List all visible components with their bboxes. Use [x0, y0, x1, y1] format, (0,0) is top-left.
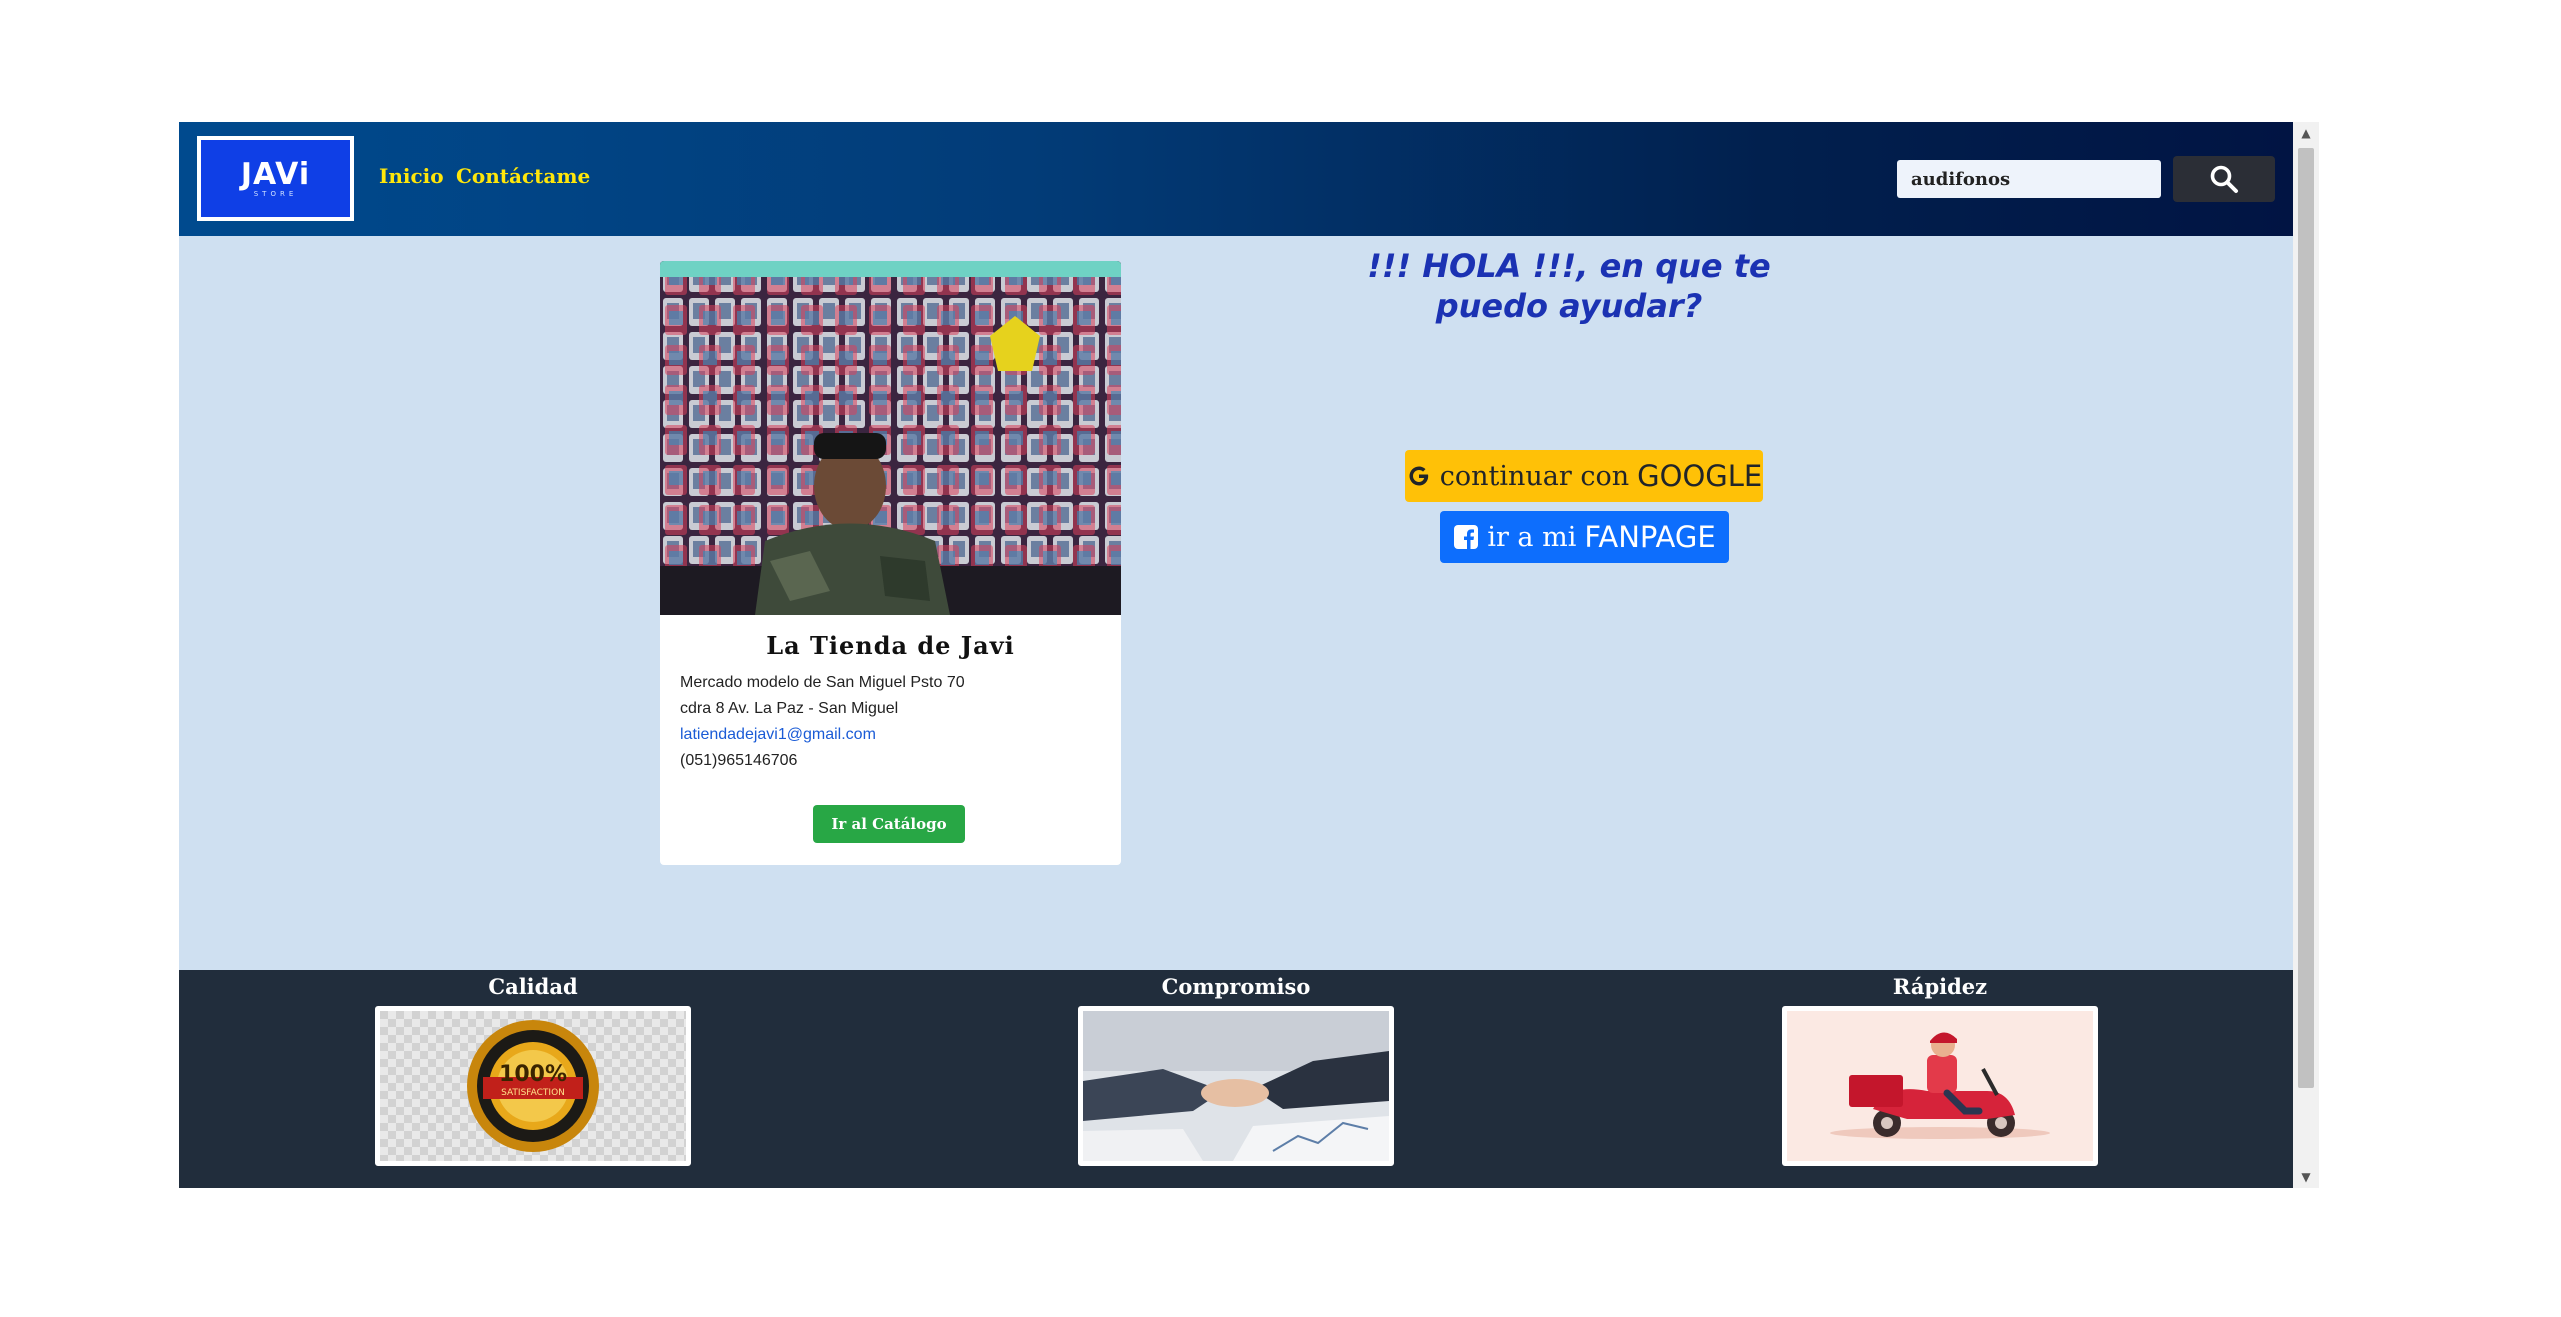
store-address-line2: cdra 8 Av. La Paz - San Miguel: [680, 700, 899, 717]
store-logo[interactable]: JAVi STORE: [197, 136, 354, 221]
store-card: La Tienda de Javi Mercado modelo de San …: [660, 261, 1121, 865]
seal-percent-text: 100%: [499, 1062, 567, 1087]
search-button[interactable]: [2173, 156, 2275, 202]
google-icon: [1409, 466, 1428, 486]
handshake-image: [1078, 1006, 1394, 1166]
feature-compromiso: Compromiso: [1078, 970, 1394, 1166]
seal-sub-text: SATISFACTION: [501, 1088, 565, 1098]
browser-viewport: JAVi STORE Inicio Contáctame audifonos L…: [179, 122, 2319, 1188]
scroll-down-arrow-icon[interactable]: ▼: [2293, 1166, 2319, 1188]
feature-rapidez: Rápidez: [1782, 970, 2098, 1166]
scooter-illustration: [1787, 1011, 2093, 1161]
store-address-line1: Mercado modelo de San Miguel Psto 70: [680, 674, 965, 691]
store-phone: (051)965146706: [680, 752, 798, 769]
quality-badge-image: 100% SATISFACTION: [375, 1006, 691, 1166]
logo-text: JAVi: [240, 156, 311, 192]
nav-link-inicio[interactable]: Inicio: [379, 164, 444, 188]
fanpage-button-label: FANPAGE: [1584, 520, 1716, 554]
scroll-thumb[interactable]: [2298, 148, 2314, 1088]
search-input[interactable]: [1897, 160, 2161, 198]
catalog-button[interactable]: Ir al Catálogo: [813, 805, 965, 843]
google-button-prefix: continuar con: [1439, 460, 1630, 492]
google-button-label: GOOGLE: [1637, 459, 1763, 493]
store-owner-photo: [660, 261, 1121, 615]
facebook-icon: [1454, 525, 1479, 549]
store-photo-illustration: [660, 261, 1121, 615]
feature-title: Rápidez: [1892, 974, 1988, 999]
navbar: JAVi STORE Inicio Contáctame: [179, 122, 2293, 236]
greeting-heading: !!! HOLA !!!, en que te puedo ayudar?: [1367, 247, 1771, 325]
store-name: La Tienda de Javi: [766, 631, 1015, 660]
fanpage-button-prefix: ir a mi: [1487, 521, 1577, 553]
fanpage-button[interactable]: ir a mi FANPAGE: [1440, 511, 1729, 563]
google-login-button[interactable]: continuar con GOOGLE: [1405, 450, 1763, 502]
footer: Calidad 100% SATISFACTION Compromiso Ráp…: [179, 970, 2293, 1188]
scroll-up-arrow-icon[interactable]: ▲: [2293, 122, 2319, 144]
handshake-illustration: [1083, 1011, 1389, 1161]
scrollbar[interactable]: ▲ ▼: [2293, 122, 2319, 1188]
delivery-scooter-image: [1782, 1006, 2098, 1166]
feature-title: Calidad: [488, 974, 578, 999]
feature-title: Compromiso: [1161, 974, 1311, 999]
nav-link-contactame[interactable]: Contáctame: [456, 164, 590, 188]
quality-seal-illustration: 100% SATISFACTION: [380, 1011, 686, 1161]
store-email-link[interactable]: latiendadejavi1@gmail.com: [680, 726, 876, 744]
feature-calidad: Calidad 100% SATISFACTION: [375, 970, 691, 1166]
logo-subtext: STORE: [253, 189, 298, 198]
search-icon: [2210, 165, 2238, 193]
